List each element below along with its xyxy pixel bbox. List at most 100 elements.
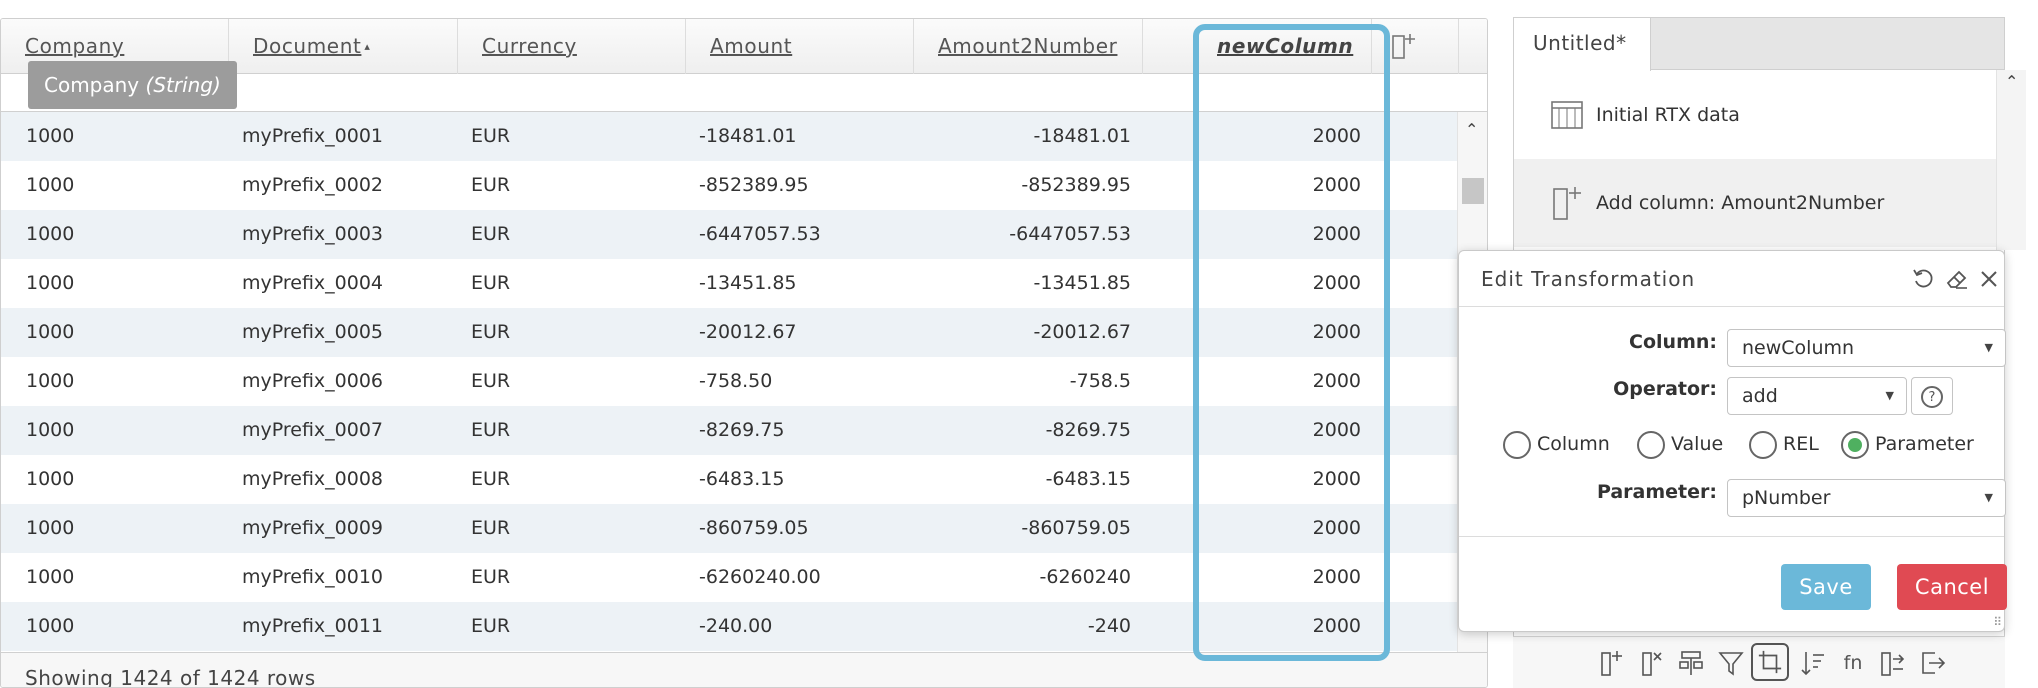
- export-icon[interactable]: [1919, 649, 1947, 677]
- cell-amount2number: -6447057.53: [1009, 223, 1131, 245]
- save-button[interactable]: Save: [1781, 564, 1871, 610]
- cell-amount2number: -13451.85: [1033, 272, 1131, 294]
- eraser-icon[interactable]: [1945, 267, 1969, 291]
- table-row[interactable]: 1000 myPrefix_0004 EUR -13451.85 -13451.85 20…: [1, 259, 1457, 308]
- table-row[interactable]: 1000 myPrefix_0003 EUR -6447057.53 -6447057.…: [1, 210, 1457, 259]
- grid-body: 1000 myPrefix_0001 EUR -18481.01 -18481.01 20…: [1, 112, 1457, 652]
- radio-column[interactable]: Column: [1503, 429, 1610, 459]
- column-header-document[interactable]: Document ▴: [229, 19, 458, 74]
- cell-currency: EUR: [471, 370, 511, 392]
- cell-amount: -20012.67: [699, 321, 797, 343]
- sort-icon[interactable]: [1799, 649, 1827, 677]
- steps-scrollbar[interactable]: ⌃: [1996, 70, 2026, 250]
- cell-company: 1000: [26, 125, 75, 147]
- cell-amount: -6260240.00: [699, 566, 821, 588]
- cell-amount: -6447057.53: [699, 223, 821, 245]
- table-row[interactable]: 1000 myPrefix_0009 EUR -860759.05 -860759.05…: [1, 504, 1457, 553]
- cell-document: myPrefix_0010: [242, 566, 384, 588]
- cell-amount: -860759.05: [699, 517, 809, 539]
- cell-amount2number: -852389.95: [1021, 174, 1131, 196]
- cell-currency: EUR: [471, 223, 511, 245]
- add-column-icon[interactable]: [1597, 649, 1625, 677]
- cell-document: myPrefix_0011: [242, 615, 384, 637]
- cell-amount: -240.00: [699, 615, 773, 637]
- table-row[interactable]: 1000 myPrefix_0002 EUR -852389.95 -852389.95…: [1, 161, 1457, 210]
- add-column-icon: [1553, 187, 1581, 220]
- help-button[interactable]: ?: [1911, 377, 1953, 415]
- radio-circle: [1637, 430, 1665, 459]
- column-header-currency[interactable]: Currency: [458, 19, 686, 74]
- column-header-amount[interactable]: Amount: [686, 19, 914, 74]
- radio-label: Parameter: [1875, 433, 1974, 455]
- radio-rel[interactable]: REL: [1749, 429, 1819, 459]
- cell-company: 1000: [26, 321, 75, 343]
- close-icon[interactable]: [1977, 267, 2001, 291]
- cell-newcolumn: 2000: [1312, 566, 1361, 588]
- table-row[interactable]: 1000 myPrefix_0011 EUR -240.00 -240 2000: [1, 602, 1457, 651]
- radio-parameter[interactable]: Parameter: [1841, 429, 1974, 459]
- cell-document: myPrefix_0003: [242, 223, 384, 245]
- radio-circle: [1749, 430, 1777, 459]
- cell-company: 1000: [26, 566, 75, 588]
- edit-transformation-dialog: Edit Transformation Column: newColumn ▼ …: [1458, 250, 2007, 632]
- cell-amount2number: -6260240: [1039, 566, 1131, 588]
- parameter-field-label: Parameter:: [1596, 481, 1717, 503]
- cell-amount2number: -6483.15: [1045, 468, 1131, 490]
- question-icon: ?: [1921, 385, 1943, 408]
- radio-value[interactable]: Value: [1637, 429, 1723, 459]
- scrollbar-thumb[interactable]: [1462, 178, 1484, 204]
- cell-amount: -8269.75: [699, 419, 785, 441]
- scroll-up-icon[interactable]: ⌃: [1465, 120, 1478, 139]
- step-initial-data[interactable]: Initial RTX data: [1514, 71, 2004, 159]
- operator-select[interactable]: add ▼: [1727, 377, 1907, 415]
- cell-currency: EUR: [471, 419, 511, 441]
- table-row[interactable]: 1000 myPrefix_0005 EUR -20012.67 -20012.67 20…: [1, 308, 1457, 357]
- table-row[interactable]: 1000 myPrefix_0006 EUR -758.50 -758.5 2000: [1, 357, 1457, 406]
- parameter-select[interactable]: pNumber ▼: [1727, 479, 2006, 517]
- column-field-label: Column:: [1629, 331, 1717, 353]
- data-grid: Company Document ▴ Currency Amount Amount…: [0, 18, 1488, 688]
- column-select-value: newColumn: [1742, 337, 1855, 359]
- cell-amount2number: -860759.05: [1021, 517, 1131, 539]
- cell-currency: EUR: [471, 566, 511, 588]
- function-icon[interactable]: fn: [1839, 649, 1867, 677]
- step-add-column[interactable]: Add column: Amount2Number: [1514, 159, 2004, 247]
- row-count-status: Showing 1424 of 1424 rows: [1, 652, 1487, 687]
- column-header-label: Company: [25, 34, 125, 58]
- table-row[interactable]: 1000 myPrefix_0007 EUR -8269.75 -8269.75 2000: [1, 406, 1457, 455]
- crop-icon: [1758, 650, 1782, 674]
- split-column-icon[interactable]: [1879, 649, 1907, 677]
- cell-newcolumn: 2000: [1312, 468, 1361, 490]
- add-column-header[interactable]: [1372, 19, 1459, 74]
- cell-document: myPrefix_0002: [242, 174, 384, 196]
- resize-handle-icon[interactable]: ⠿: [1993, 615, 2002, 629]
- scroll-up-icon[interactable]: ⌃: [2005, 72, 2018, 91]
- table-row[interactable]: 1000 myPrefix_0008 EUR -6483.15 -6483.15 2000: [1, 455, 1457, 504]
- cell-currency: EUR: [471, 517, 511, 539]
- remove-column-icon[interactable]: [1637, 649, 1665, 677]
- tab-untitled[interactable]: Untitled*: [1514, 18, 1651, 71]
- hierarchy-icon[interactable]: [1677, 649, 1705, 677]
- radio-circle: [1503, 430, 1531, 459]
- table-row[interactable]: 1000 myPrefix_0001 EUR -18481.01 -18481.01 20…: [1, 112, 1457, 161]
- reset-icon[interactable]: [1911, 267, 1935, 291]
- table-row[interactable]: 1000 myPrefix_0010 EUR -6260240.00 -6260240 2…: [1, 553, 1457, 602]
- radio-circle-selected: [1841, 430, 1869, 459]
- crop-tool-button[interactable]: [1751, 643, 1789, 681]
- cell-amount2number: -18481.01: [1033, 125, 1131, 147]
- column-select[interactable]: newColumn ▼: [1727, 329, 2006, 367]
- column-header-amount2number[interactable]: Amount2Number: [914, 19, 1143, 74]
- tooltip-column-type: (String): [145, 73, 221, 97]
- radio-label: Value: [1671, 433, 1724, 455]
- caret-down-icon: ▼: [1984, 341, 1993, 354]
- app-root: Company Document ▴ Currency Amount Amount…: [0, 0, 2038, 688]
- cell-currency: EUR: [471, 615, 511, 637]
- cell-company: 1000: [26, 174, 75, 196]
- filter-icon[interactable]: [1717, 649, 1745, 677]
- column-header-newcolumn[interactable]: newColumn: [1143, 19, 1372, 74]
- column-header-label: newColumn: [1217, 34, 1354, 58]
- cell-newcolumn: 2000: [1312, 174, 1361, 196]
- operator-field-label: Operator:: [1613, 378, 1717, 400]
- cell-newcolumn: 2000: [1312, 615, 1361, 637]
- cancel-button[interactable]: Cancel: [1897, 564, 2007, 610]
